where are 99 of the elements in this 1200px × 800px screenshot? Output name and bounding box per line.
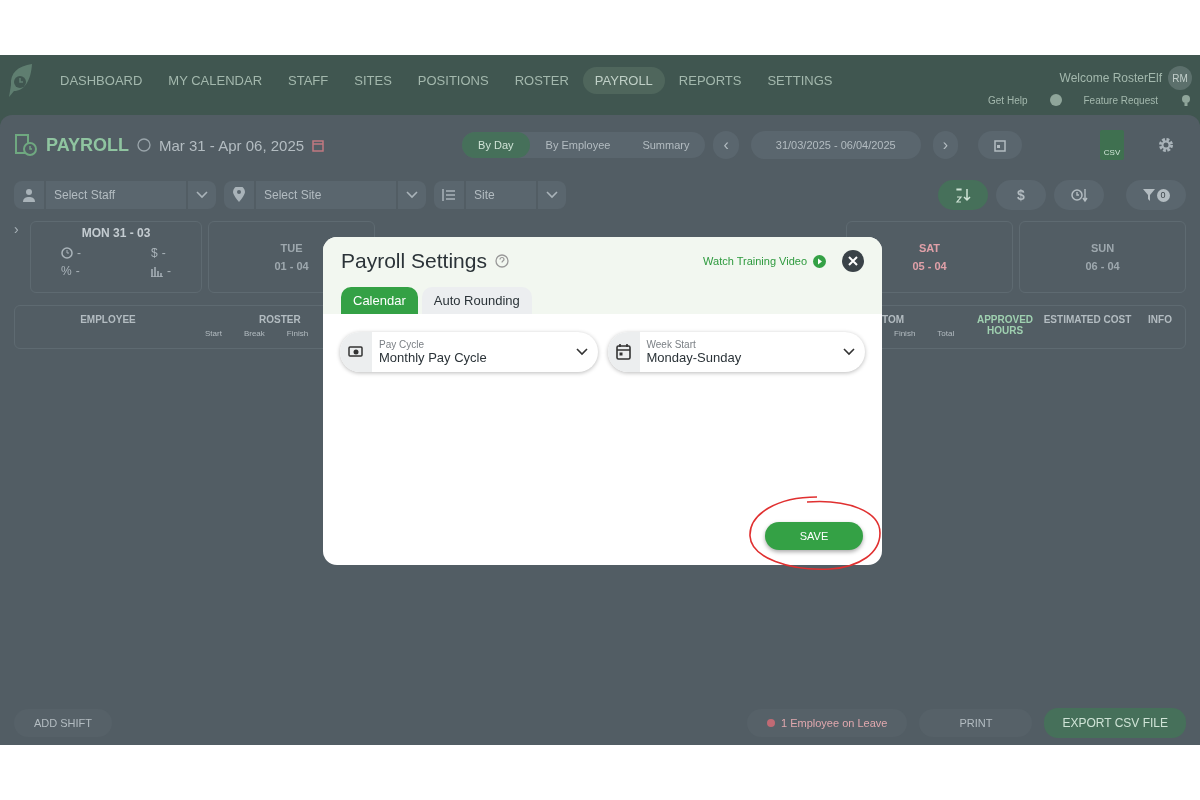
- field-value: Monthly Pay Cycle: [379, 350, 488, 365]
- nav-tab[interactable]: STAFF: [276, 67, 341, 94]
- day-date: 01 - 04: [274, 260, 309, 272]
- column-header: INFO: [1148, 314, 1172, 325]
- site-select-field[interactable]: Select Site: [256, 181, 396, 209]
- add-shift-button[interactable]: ADD SHIFT: [14, 709, 113, 737]
- feature-request-link[interactable]: Feature Request: [1083, 94, 1158, 106]
- training-video-link[interactable]: Watch Training Video: [703, 255, 807, 267]
- sort-button[interactable]: [938, 180, 988, 210]
- previous-button[interactable]: ‹: [713, 131, 739, 159]
- chevron-down-icon[interactable]: [188, 181, 216, 209]
- settings-icon[interactable]: [1158, 137, 1174, 153]
- day-name: SAT: [918, 242, 941, 254]
- date-range-title: Mar 31 - Apr 06, 2025: [159, 136, 305, 154]
- nav-tab[interactable]: ROSTER: [502, 67, 581, 94]
- dropdown-field[interactable]: Week Start Monday-Sunday: [607, 332, 865, 372]
- cycle-payment-icon: [348, 345, 364, 359]
- expand-toggle[interactable]: ›: [14, 221, 24, 293]
- employee-leave-button[interactable]: 1 Employee on Leave: [747, 709, 908, 737]
- calendar-button[interactable]: [978, 131, 1023, 159]
- day-card[interactable]: MON 31 - 03 - $ - % - -: [30, 221, 202, 293]
- payroll-icon: [14, 133, 38, 157]
- staff-select-field[interactable]: Select Staff: [46, 181, 186, 209]
- stat-value: -: [75, 264, 80, 278]
- next-button[interactable]: ›: [932, 131, 959, 159]
- person-icon: [14, 181, 44, 209]
- lightbulb-icon[interactable]: [1180, 94, 1192, 106]
- sort-alpha-icon: [955, 187, 971, 203]
- group-by-select[interactable]: Site: [466, 181, 536, 209]
- help-icon[interactable]: [1049, 94, 1062, 106]
- user-avatar[interactable]: RM: [1168, 66, 1192, 90]
- column-subheader: Finish: [894, 329, 916, 338]
- calendar-icon: [616, 344, 631, 360]
- day-name: TUE: [280, 242, 303, 254]
- leaf-clock-logo[interactable]: [8, 63, 34, 99]
- csv-file-icon[interactable]: CSV: [1100, 130, 1124, 160]
- sort-button[interactable]: [1054, 180, 1104, 210]
- view-tab[interactable]: Summary: [626, 132, 706, 158]
- dialog-tab[interactable]: Auto Rounding: [421, 287, 532, 314]
- chevron-down-icon: [843, 348, 855, 356]
- print-button[interactable]: PRINT: [919, 709, 1033, 737]
- sort-button[interactable]: $: [996, 180, 1046, 210]
- welcome-text: Welcome RosterElf: [1059, 71, 1162, 85]
- nav-tab[interactable]: POSITIONS: [405, 67, 501, 94]
- column-header: APPROVED HOURS: [975, 314, 1035, 336]
- nav-tab[interactable]: DASHBOARD: [48, 67, 155, 94]
- clock-sort-icon: [1070, 187, 1088, 203]
- chevron-down-icon[interactable]: [398, 181, 426, 209]
- play-icon[interactable]: [813, 254, 826, 268]
- close-button[interactable]: [842, 250, 864, 272]
- save-button[interactable]: SAVE: [765, 522, 863, 550]
- column-subheader: Total: [937, 329, 955, 338]
- percent-symbol: %: [61, 264, 72, 278]
- location-pin-icon: [224, 181, 254, 209]
- column-subheader: Break: [243, 329, 265, 338]
- close-icon: [848, 256, 858, 266]
- day-card[interactable]: SUN 06 - 04: [1019, 221, 1186, 293]
- nav-tab[interactable]: SITES: [342, 67, 404, 94]
- cost-symbol: $: [151, 246, 158, 260]
- column-header: ESTIMATED COST: [1043, 314, 1132, 325]
- nav-tab[interactable]: SETTINGS: [755, 67, 845, 94]
- stat-value: -: [167, 264, 171, 278]
- help-icon[interactable]: [494, 254, 509, 268]
- bar-chart-icon: [151, 265, 163, 277]
- nav-tab[interactable]: REPORTS: [666, 67, 754, 94]
- column-header: ROSTER: [259, 314, 301, 325]
- view-tab[interactable]: By Day: [462, 132, 530, 158]
- view-tab[interactable]: By Employee: [529, 132, 627, 158]
- field-label: Pay Cycle: [379, 339, 425, 350]
- column-header: EMPLOYEE: [80, 314, 136, 325]
- stat-value: -: [161, 246, 166, 260]
- field-label: Week Start: [646, 339, 697, 350]
- alert-dot-icon: [767, 719, 775, 727]
- column-header: TOM: [882, 314, 905, 325]
- day-name: SUN: [1090, 242, 1115, 254]
- calendar-icon: [994, 138, 1007, 152]
- nav-tab[interactable]: PAYROLL: [582, 67, 665, 94]
- nav-tab[interactable]: MY CALENDAR: [156, 67, 275, 94]
- field-value: Monday-Sunday: [646, 350, 743, 365]
- export-csv-button[interactable]: EXPORT CSV FILE: [1044, 708, 1186, 738]
- clock-icon: [61, 247, 73, 259]
- date-range-field[interactable]: 31/03/2025 - 06/04/2025: [750, 131, 921, 159]
- filter-icon: [1142, 189, 1155, 201]
- day-name: MON 31 - 03: [81, 226, 151, 240]
- column-subheader: Finish: [286, 329, 309, 338]
- day-date: 06 - 04: [1085, 260, 1120, 272]
- chevron-down-icon[interactable]: [538, 181, 566, 209]
- chevron-down-icon: [575, 348, 588, 356]
- list-icon: [434, 181, 464, 209]
- column-subheader: Start: [205, 329, 222, 338]
- page-title: PAYROLL: [46, 134, 129, 156]
- calendar-icon[interactable]: [312, 138, 325, 152]
- filter-button[interactable]: 0: [1126, 180, 1186, 210]
- dropdown-field[interactable]: Pay Cycle Monthly Pay Cycle: [340, 332, 598, 372]
- day-date: 05 - 04: [912, 260, 947, 272]
- stat-value: -: [77, 246, 81, 260]
- dialog-tab[interactable]: Calendar: [341, 287, 418, 314]
- help-icon[interactable]: [137, 138, 151, 152]
- help-link[interactable]: Get Help: [988, 94, 1028, 106]
